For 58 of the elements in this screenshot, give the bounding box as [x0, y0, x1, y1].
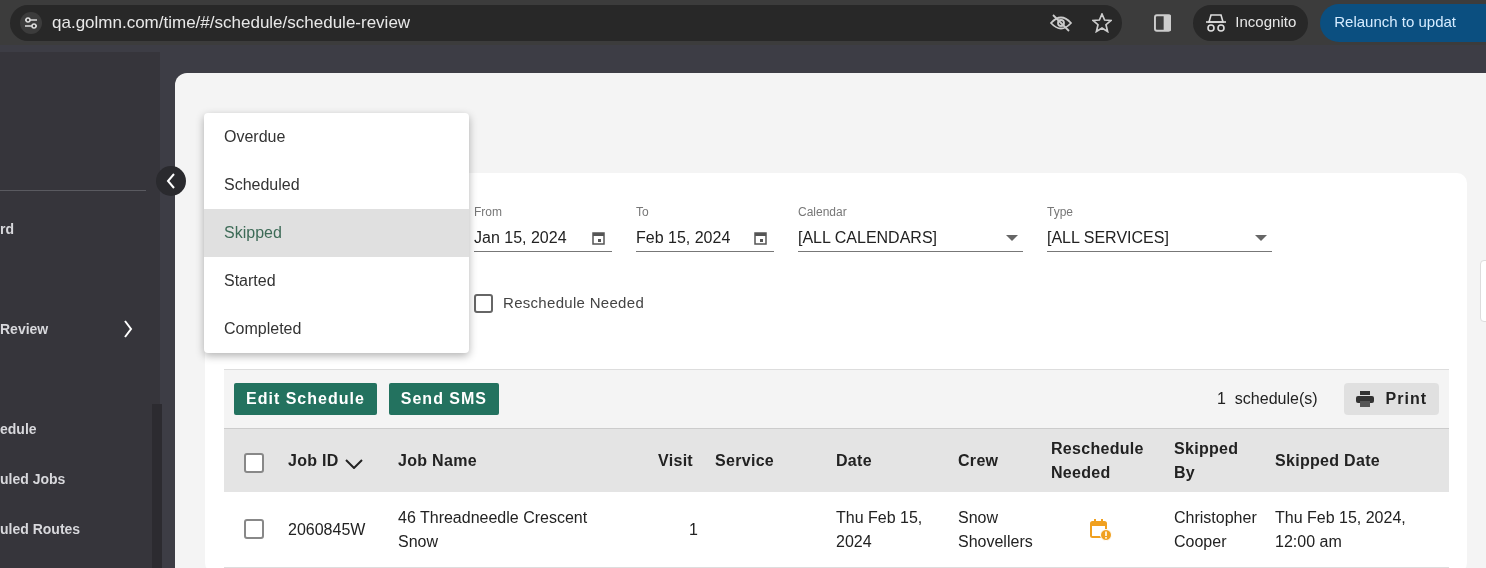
table-cell-text: Snow Shovellers [958, 508, 1034, 552]
toolbar-button[interactable]: Edit Schedule [234, 383, 377, 415]
column-header[interactable]: Reschedule Needed [1051, 437, 1151, 485]
sidebar-item[interactable]: uled Routes [0, 517, 140, 541]
menu-item[interactable]: Completed [204, 305, 469, 353]
calendar-icon[interactable] [754, 230, 767, 245]
dropdown-arrow-icon[interactable] [1255, 234, 1267, 241]
table-cell-text: Christopher Cooper [1174, 508, 1258, 552]
printer-icon [1355, 391, 1374, 407]
sidebar-item[interactable]: rd [0, 217, 140, 241]
reschedule-needed-checkbox[interactable]: Reschedule Needed [474, 292, 645, 315]
table-cell-text: Thu Feb 15, 2024, 12:00 am [1275, 508, 1407, 552]
chevron-right-icon [123, 320, 133, 338]
incognito-badge[interactable]: Incognito [1193, 4, 1309, 41]
field-label: To [636, 204, 650, 219]
menu-item[interactable]: Overdue [204, 113, 469, 161]
column-header[interactable]: Job Name [398, 449, 477, 473]
field-label: From [474, 204, 503, 219]
date-field[interactable]: Jan 15, 2024 [474, 224, 612, 252]
relaunch-button[interactable]: Relaunch to updat [1320, 3, 1486, 42]
dropdown-arrow-icon[interactable] [1006, 234, 1018, 241]
column-header[interactable]: Job ID [288, 449, 339, 473]
column-header[interactable]: Date [836, 449, 872, 473]
sort-descending-icon[interactable] [344, 459, 363, 469]
column-header[interactable]: Skipped By [1174, 437, 1244, 485]
chevron-left-icon [166, 173, 176, 189]
date-field[interactable]: Feb 15, 2024 [636, 224, 774, 252]
sidebar-item[interactable]: uled Jobs [0, 467, 140, 491]
site-settings-icon[interactable] [20, 11, 42, 34]
toolbar-button[interactable]: Send SMS [388, 383, 500, 415]
url-text[interactable]: qa.golmn.com/time/#/schedule/schedule-review [52, 9, 411, 36]
select-field[interactable]: [ALL CALENDARS] [798, 224, 1023, 252]
sidebar-item[interactable]: Review [0, 317, 133, 341]
table-cell-text: 46 Threadneedle Crescent Snow [398, 508, 589, 552]
table-cell-text: 2060845W [288, 520, 366, 540]
field-label: Type [1047, 204, 1074, 219]
schedule-count: 1 schedule(s) [1217, 389, 1318, 409]
select-all-checkbox[interactable] [244, 453, 264, 473]
sidebar-item[interactable]: edule [0, 417, 140, 441]
menu-item[interactable]: Started [204, 257, 469, 305]
column-header[interactable]: Skipped Date [1275, 449, 1380, 473]
select-field[interactable]: [ALL SERVICES] [1047, 224, 1272, 252]
incognito-icon [1205, 12, 1228, 33]
column-header[interactable]: Visit [658, 449, 693, 473]
field-label: Calendar [798, 204, 848, 219]
side-panel-icon[interactable] [1153, 13, 1172, 32]
menu-item[interactable]: Skipped [204, 209, 469, 257]
column-header[interactable]: Crew [958, 449, 999, 473]
eye-slash-icon[interactable] [1049, 13, 1072, 32]
print-button[interactable]: Print [1343, 383, 1439, 415]
address-bar[interactable]: qa.golmn.com/time/#/schedule/schedule-review [10, 4, 1122, 41]
menu-item[interactable]: Scheduled [204, 161, 469, 209]
calendar-icon[interactable] [592, 230, 605, 245]
row-checkbox[interactable] [244, 519, 264, 539]
table-cell-text: Thu Feb 15, 2024 [836, 508, 924, 552]
column-header[interactable]: Service [715, 449, 775, 473]
star-icon[interactable] [1091, 12, 1112, 33]
table-cell-text: 1 [689, 520, 698, 540]
